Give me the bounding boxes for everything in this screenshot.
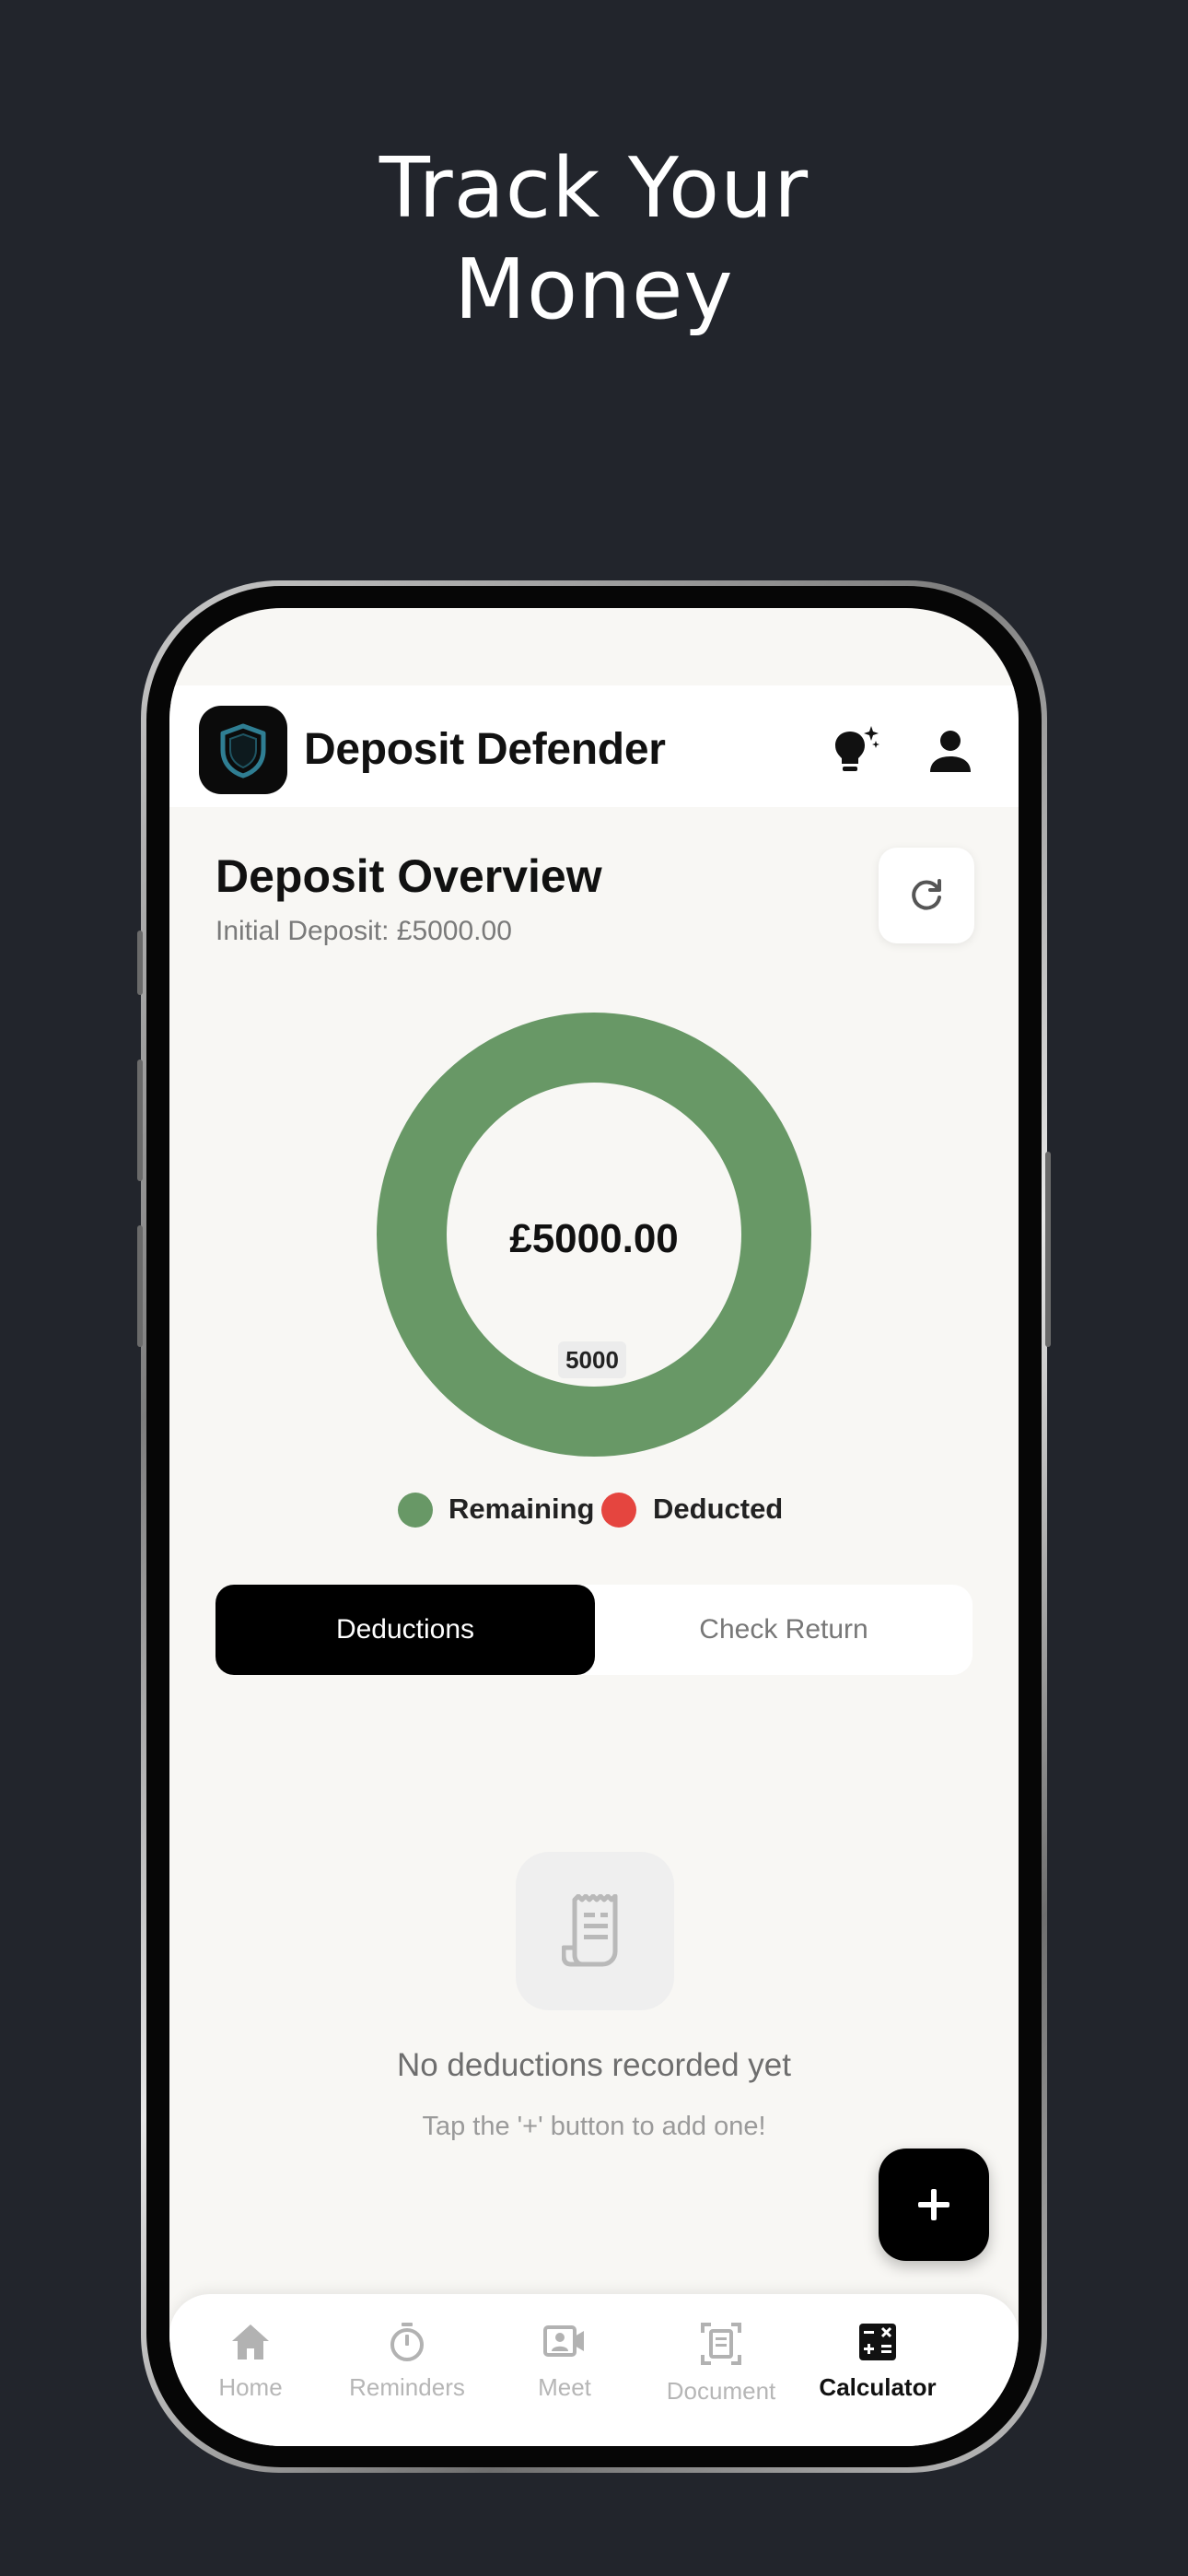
phone-volume-up: [137, 1060, 143, 1181]
overview-title: Deposit Overview: [215, 850, 602, 902]
nav-label-document: Document: [666, 2377, 776, 2405]
phone-volume-down: [137, 1225, 143, 1347]
empty-state-subtitle: Tap the '+' button to add one!: [422, 2112, 766, 2141]
initial-deposit-text: Initial Deposit: £5000.00: [215, 916, 512, 946]
tab-deductions[interactable]: Deductions: [215, 1585, 595, 1675]
donut-data-label: 5000: [558, 1341, 626, 1378]
app-logo: [199, 706, 287, 794]
calculator-icon: [859, 2324, 896, 2360]
phone-power-button: [1045, 1152, 1051, 1347]
video-contact-icon: [543, 2325, 584, 2357]
plus-icon: [918, 2189, 949, 2220]
app-bar: Deposit Defender: [169, 685, 1019, 807]
headline-line-2: Money: [454, 241, 734, 338]
lightbulb-sparkle-icon[interactable]: [830, 724, 883, 778]
empty-state-icon-box: [516, 1852, 674, 2010]
nav-item-calculator[interactable]: Calculator: [799, 2322, 956, 2414]
app-title: Deposit Defender: [304, 725, 666, 774]
nav-item-meet[interactable]: Meet: [486, 2322, 643, 2414]
tab-switcher: Deductions Check Return: [215, 1585, 973, 1675]
bottom-nav: Home Reminders Meet Document Calculator: [169, 2294, 1019, 2446]
nav-label-calculator: Calculator: [819, 2373, 937, 2401]
profile-icon[interactable]: [925, 726, 976, 778]
stopwatch-icon: [390, 2323, 424, 2361]
refresh-icon: [912, 879, 941, 910]
home-icon: [232, 2324, 269, 2359]
add-deduction-button[interactable]: [879, 2149, 989, 2261]
nav-label-meet: Meet: [538, 2373, 591, 2401]
tab-check-return[interactable]: Check Return: [595, 1585, 973, 1675]
refresh-button[interactable]: [879, 848, 974, 943]
empty-state-title: No deductions recorded yet: [396, 2047, 792, 2083]
legend-remaining-dot: [398, 1493, 433, 1528]
legend-deducted-dot: [601, 1493, 636, 1528]
phone-action-button: [137, 931, 143, 995]
nav-item-document[interactable]: Document: [643, 2322, 799, 2414]
donut-center-amount: £5000.00: [509, 1216, 679, 1261]
nav-item-reminders[interactable]: Reminders: [329, 2322, 485, 2414]
receipt-icon: [562, 1894, 618, 1967]
legend-deducted-label: Deducted: [653, 1493, 784, 1525]
nav-label-reminders: Reminders: [349, 2373, 465, 2401]
nav-item-home[interactable]: Home: [172, 2322, 329, 2414]
shield-icon: [220, 723, 266, 779]
legend-remaining-label: Remaining: [448, 1493, 595, 1525]
app-screen: Deposit Defender Deposit Overview Initia…: [169, 608, 1019, 2446]
nav-label-home: Home: [218, 2373, 283, 2401]
promo-headline: Track Your Money: [0, 138, 1188, 341]
headline-line-1: Track Your: [379, 140, 809, 237]
document-scan-icon: [701, 2323, 741, 2365]
